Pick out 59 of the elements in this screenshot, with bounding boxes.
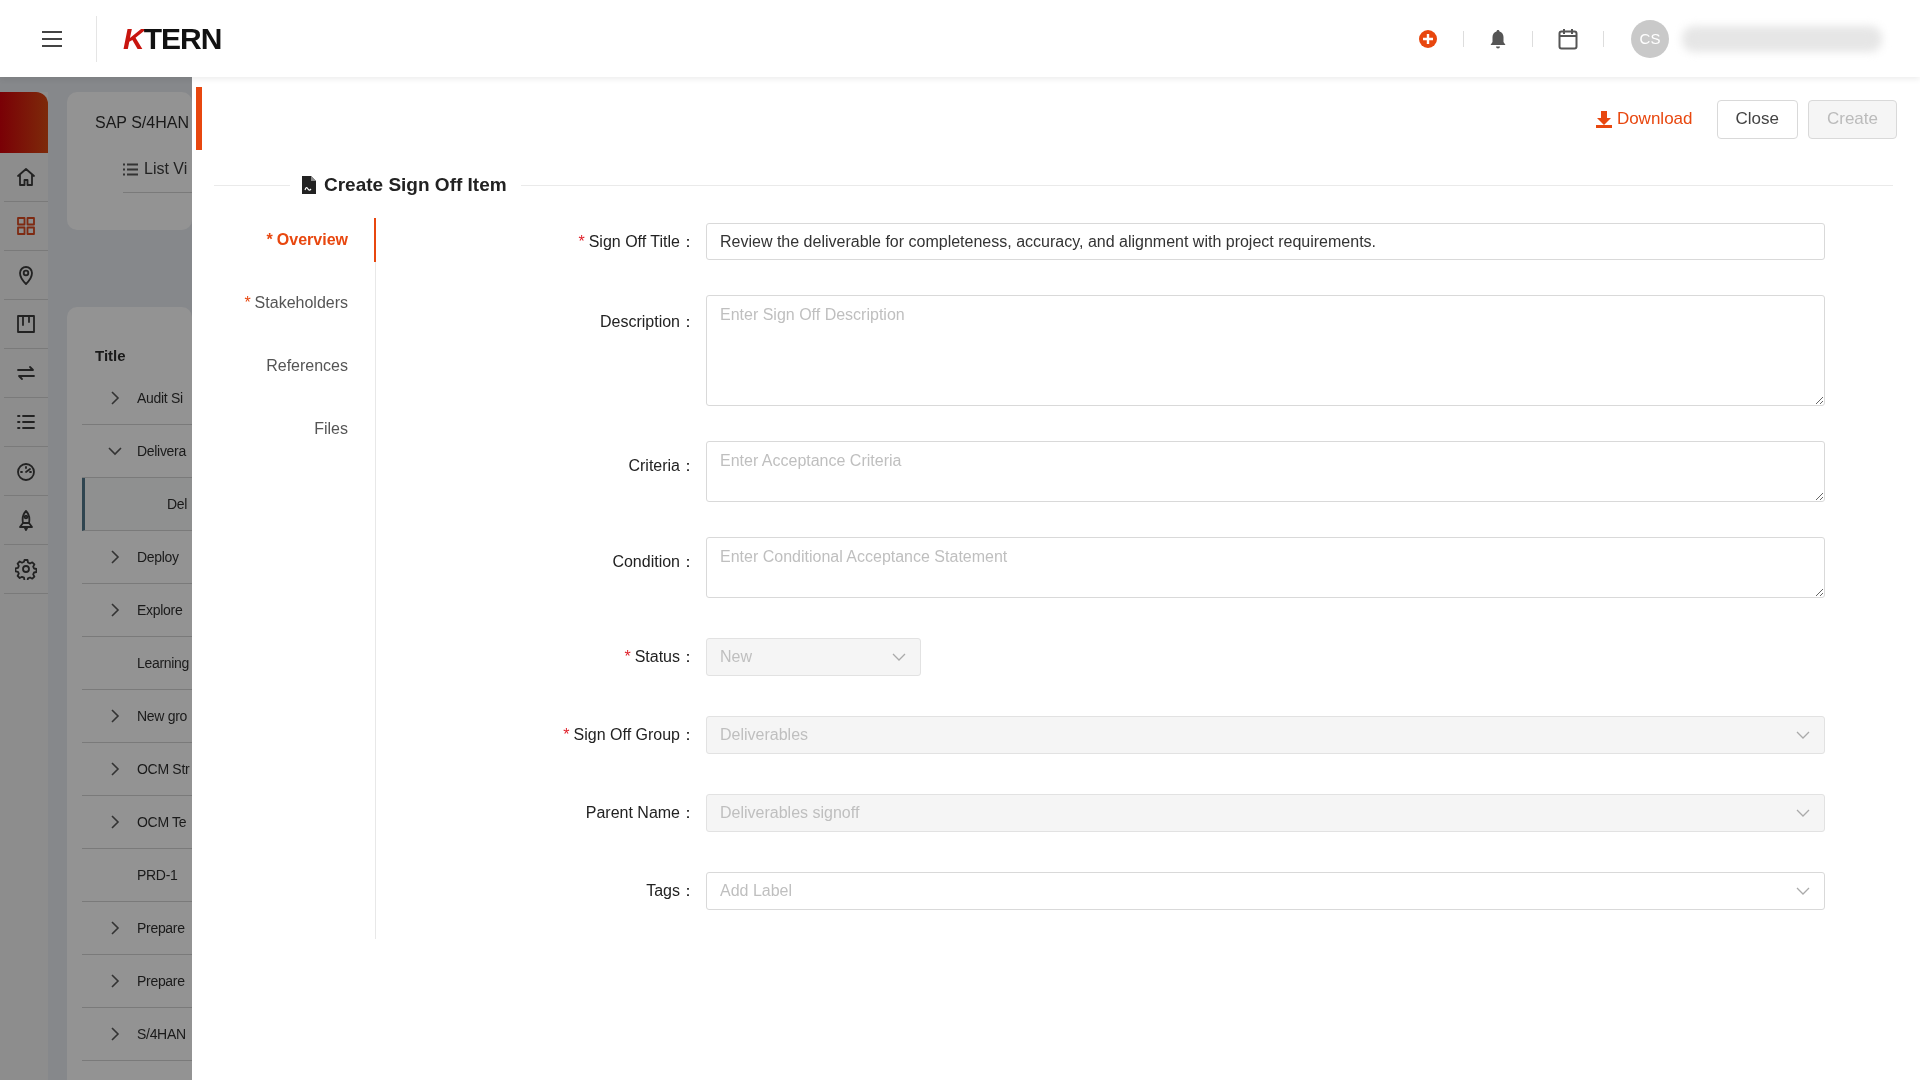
tree-item[interactable]: Explore	[137, 602, 183, 618]
chevron-down-icon	[1796, 887, 1810, 895]
menu-icon[interactable]	[42, 30, 62, 47]
gauge-icon[interactable]	[15, 460, 37, 482]
drawer-title: Create Sign Off Item	[324, 174, 507, 196]
tree-item[interactable]: Prepare	[137, 973, 185, 989]
tree-item[interactable]: New gro	[137, 708, 188, 724]
field-label: Status：	[634, 648, 696, 665]
download-icon	[1595, 110, 1612, 128]
required-mark: *	[578, 233, 585, 250]
sidebar-header	[0, 92, 48, 153]
view-tab[interactable]: List Vi	[144, 160, 188, 178]
tree-item[interactable]: Deploy	[137, 549, 179, 565]
tab[interactable]: * Stakeholders	[214, 281, 376, 325]
text-field[interactable]: Review the deliverable for completeness, accuracy, and alignment with project requirements.	[706, 223, 1825, 260]
field-label: Tags：	[646, 882, 696, 899]
field-label: Criteria：	[628, 457, 696, 474]
tree-row[interactable]: Del	[82, 478, 192, 531]
field-label: Condition：	[612, 553, 696, 570]
tree-item[interactable]: Audit Si	[137, 390, 183, 406]
tree-item[interactable]: Delivera	[137, 443, 186, 459]
tree-item[interactable]: PRD-1	[137, 867, 178, 883]
board-icon[interactable]	[15, 313, 37, 335]
chevron-down-icon	[1796, 731, 1810, 739]
tab[interactable]: References	[214, 344, 376, 388]
action-button[interactable]: Close	[1716, 99, 1798, 139]
tree-item[interactable]: OCM Str	[137, 761, 190, 777]
chevron-down-icon	[1796, 809, 1810, 817]
download-link[interactable]: Download	[1595, 109, 1693, 129]
field-label: Parent Name：	[585, 804, 696, 821]
action-button: Create	[1807, 99, 1897, 139]
text-area[interactable]: Enter Sign Off Description	[706, 295, 1825, 406]
settings-icon[interactable]	[15, 558, 37, 580]
project-title: SAP S/4HAN	[95, 114, 189, 132]
add-icon[interactable]	[1418, 28, 1438, 49]
tree-item[interactable]: S/4HAN	[137, 1026, 186, 1042]
field-label: Sign Off Group：	[573, 726, 696, 743]
tab[interactable]: * Overview	[214, 218, 376, 262]
bell-icon[interactable]	[1489, 28, 1507, 49]
grid-icon[interactable]	[15, 215, 37, 237]
text-area[interactable]: Enter Conditional Acceptance Statement	[706, 537, 1825, 598]
list-icon	[123, 162, 138, 176]
text-area[interactable]: Enter Acceptance Criteria	[706, 441, 1825, 502]
document-icon	[302, 176, 316, 194]
tree-item[interactable]: Learning	[137, 655, 190, 671]
home-icon[interactable]	[15, 166, 37, 188]
tab[interactable]: Files	[214, 407, 376, 451]
calendar-icon[interactable]	[1558, 27, 1578, 50]
tree-item[interactable]: Prepare	[137, 920, 185, 936]
logo[interactable]: KTERN	[123, 21, 222, 56]
tree-item[interactable]: OCM Te	[137, 814, 187, 830]
field-label: Sign Off Title：	[588, 233, 696, 250]
required-mark: *	[563, 726, 570, 743]
accent-bar	[196, 87, 202, 150]
tree-item[interactable]: Del	[167, 496, 188, 512]
required-mark: *	[624, 648, 631, 665]
column-heading: Title	[95, 347, 126, 364]
chevron-down-icon	[892, 653, 906, 661]
field-label: Description：	[599, 313, 696, 330]
